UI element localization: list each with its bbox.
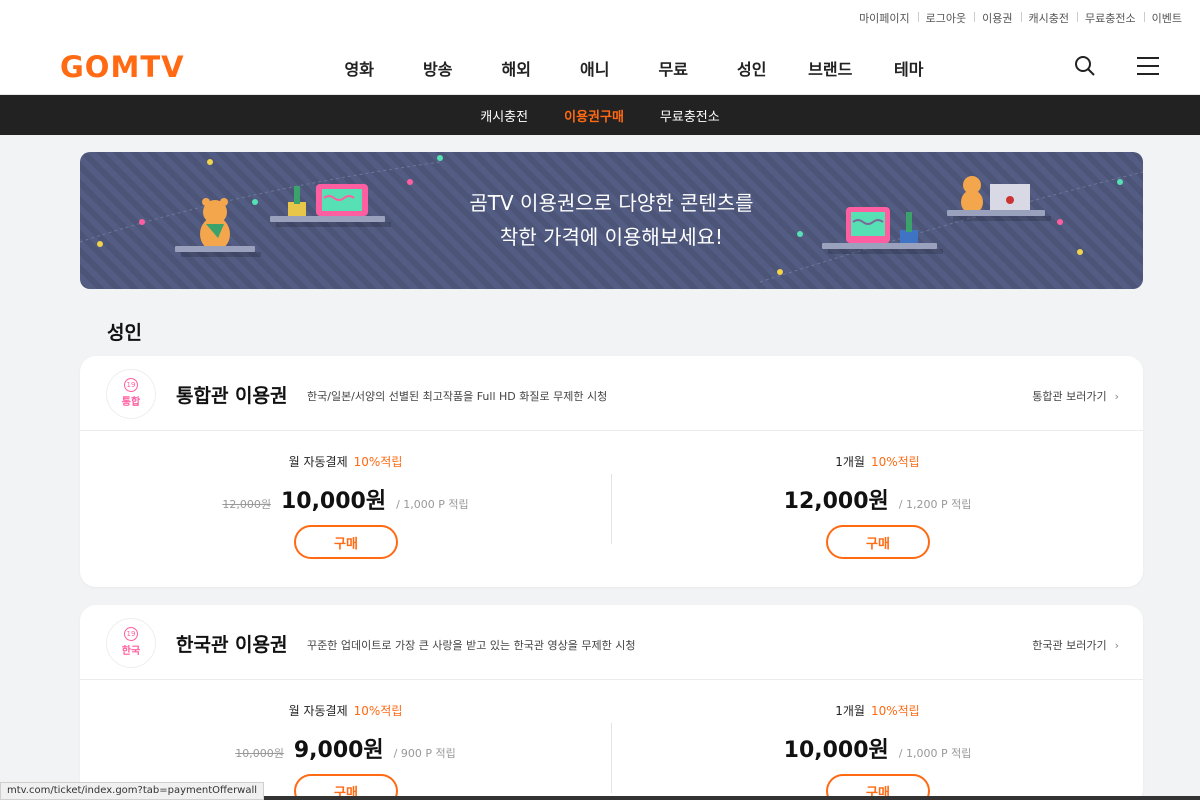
plan-points-badge: 10%적립 [870, 704, 920, 718]
buy-button[interactable]: 구매 [294, 525, 398, 559]
plan-points-badge: 10%적립 [353, 704, 403, 718]
chevron-right-icon: › [1114, 639, 1119, 652]
adult-badge-icon: 19 한국 [106, 618, 156, 668]
util-event-link[interactable]: 이벤트 [1143, 10, 1190, 26]
util-freecharge-link[interactable]: 무료충전소 [1077, 10, 1144, 26]
card-description: 한국/일본/서양의 선별된 최고작품을 Full HD 화질로 무제한 시청 [307, 390, 608, 403]
util-mypage-link[interactable]: 마이페이지 [851, 10, 918, 26]
main-nav: 영화 방송 해외 애니 무료 성인 브랜드 테마 [320, 56, 948, 80]
banner-line-2: 착한 가격에 이용해보세요! [499, 225, 724, 249]
browser-status-url: mtv.com/ticket/index.gom?tab=paymentOffe… [0, 782, 265, 800]
product-card-korean: 19 한국 한국관 이용권 꾸준한 업데이트로 가장 큰 사랑을 받고 있는 한… [80, 605, 1143, 800]
original-price: 10,000원 [235, 747, 284, 760]
sale-price: 9,000원 [293, 738, 384, 763]
card-description: 꾸준한 업데이트로 가장 큰 사랑을 받고 있는 한국관 영상을 무제한 시청 [307, 639, 636, 652]
reward-points: / 1,000 P 적립 [898, 747, 972, 760]
adult-badge-icon: 19 통합 [106, 369, 156, 419]
product-card-integrated: 19 통합 통합관 이용권 한국/일본/서양의 선별된 최고작품을 Full H… [80, 356, 1143, 587]
reward-points: / 900 P 적립 [393, 747, 456, 760]
plan-name: 월 자동결제 [288, 704, 348, 718]
subnav-ticket-purchase[interactable]: 이용권구매 [564, 106, 624, 125]
reward-points: / 1,200 P 적립 [898, 498, 972, 511]
utility-nav: 마이페이지 로그아웃 이용권 캐시충전 무료충전소 이벤트 [0, 0, 1200, 36]
plan-options: 월 자동결제 10%적립 12,000원 10,000원 / 1,000 P 적립… [80, 431, 1143, 586]
buy-button[interactable]: 구매 [826, 525, 930, 559]
sale-price: 10,000원 [280, 489, 387, 514]
banner-line-1: 곰TV 이용권으로 다양한 콘텐츠를 [469, 191, 754, 215]
card-title: 한국관 이용권 [176, 634, 288, 656]
plan-monthly-auto: 월 자동결제 10%적립 12,000원 10,000원 / 1,000 P 적립… [80, 431, 611, 586]
bottom-strip [255, 796, 1200, 800]
badge-text: 통합 [121, 397, 141, 408]
nav-free[interactable]: 무료 [634, 56, 713, 80]
view-integrated-link[interactable]: 통합관 보러가기 › [1032, 388, 1119, 404]
plan-name-row: 1개월 10%적립 [612, 702, 1143, 719]
plan-one-month: 1개월 10%적립 10,000원 / 1,000 P 적립 구매 [612, 680, 1143, 800]
badge-age: 19 [124, 378, 138, 392]
card-link-label: 한국관 보러가기 [1032, 639, 1107, 652]
subnav-freecharge[interactable]: 무료충전소 [660, 106, 720, 125]
util-cash-link[interactable]: 캐시충전 [1020, 10, 1077, 26]
chevron-right-icon: › [1114, 390, 1119, 403]
plan-points-badge: 10%적립 [353, 455, 403, 469]
plan-name: 1개월 [835, 704, 865, 718]
view-korean-link[interactable]: 한국관 보러가기 › [1032, 637, 1119, 653]
price-row: 12,000원 10,000원 / 1,000 P 적립 [80, 483, 611, 515]
sub-nav: 캐시충전 이용권구매 무료충전소 [0, 95, 1200, 135]
card-title: 통합관 이용권 [176, 385, 288, 407]
util-ticket-link[interactable]: 이용권 [974, 10, 1020, 26]
plan-name-row: 월 자동결제 10%적립 [80, 702, 611, 719]
nav-movie[interactable]: 영화 [320, 56, 399, 80]
card-header: 19 통합 통합관 이용권 한국/일본/서양의 선별된 최고작품을 Full H… [80, 356, 1143, 431]
price-row: 10,000원 9,000원 / 900 P 적립 [80, 732, 611, 764]
nav-brand[interactable]: 브랜드 [791, 56, 870, 80]
badge-age: 19 [124, 627, 138, 641]
nav-theme[interactable]: 테마 [870, 56, 949, 80]
site-header: GOMTV 영화 방송 해외 애니 무료 성인 브랜드 테마 [0, 36, 1200, 95]
price-row: 12,000원 / 1,200 P 적립 [612, 483, 1143, 515]
hamburger-menu-icon[interactable] [1136, 54, 1160, 78]
sale-price: 12,000원 [783, 489, 889, 514]
badge-text: 한국 [121, 646, 141, 657]
nav-broadcast[interactable]: 방송 [399, 56, 478, 80]
plan-points-badge: 10%적립 [870, 455, 920, 469]
nav-anime[interactable]: 애니 [556, 56, 635, 80]
plan-name: 월 자동결제 [288, 455, 348, 469]
plan-name-row: 1개월 10%적립 [612, 453, 1143, 470]
card-link-label: 통합관 보러가기 [1032, 390, 1107, 403]
plan-name: 1개월 [835, 455, 865, 469]
price-row: 10,000원 / 1,000 P 적립 [612, 732, 1143, 764]
gomtv-logo[interactable]: GOMTV [60, 50, 185, 84]
search-icon[interactable] [1073, 54, 1097, 78]
promo-banner: 곰TV 이용권으로 다양한 콘텐츠를 착한 가격에 이용해보세요! [80, 152, 1143, 289]
util-logout-link[interactable]: 로그아웃 [917, 10, 974, 26]
plan-one-month: 1개월 10%적립 12,000원 / 1,200 P 적립 구매 [612, 431, 1143, 586]
original-price: 12,000원 [222, 498, 271, 511]
reward-points: / 1,000 P 적립 [396, 498, 469, 511]
plan-name-row: 월 자동결제 10%적립 [80, 453, 611, 470]
card-header: 19 한국 한국관 이용권 꾸준한 업데이트로 가장 큰 사랑을 받고 있는 한… [80, 605, 1143, 680]
section-title: 성인 [107, 322, 142, 344]
subnav-cash[interactable]: 캐시충전 [480, 106, 528, 125]
nav-overseas[interactable]: 해외 [477, 56, 556, 80]
sale-price: 10,000원 [783, 738, 889, 763]
banner-headline: 곰TV 이용권으로 다양한 콘텐츠를 착한 가격에 이용해보세요! [80, 186, 1143, 254]
nav-adult[interactable]: 성인 [713, 56, 792, 80]
